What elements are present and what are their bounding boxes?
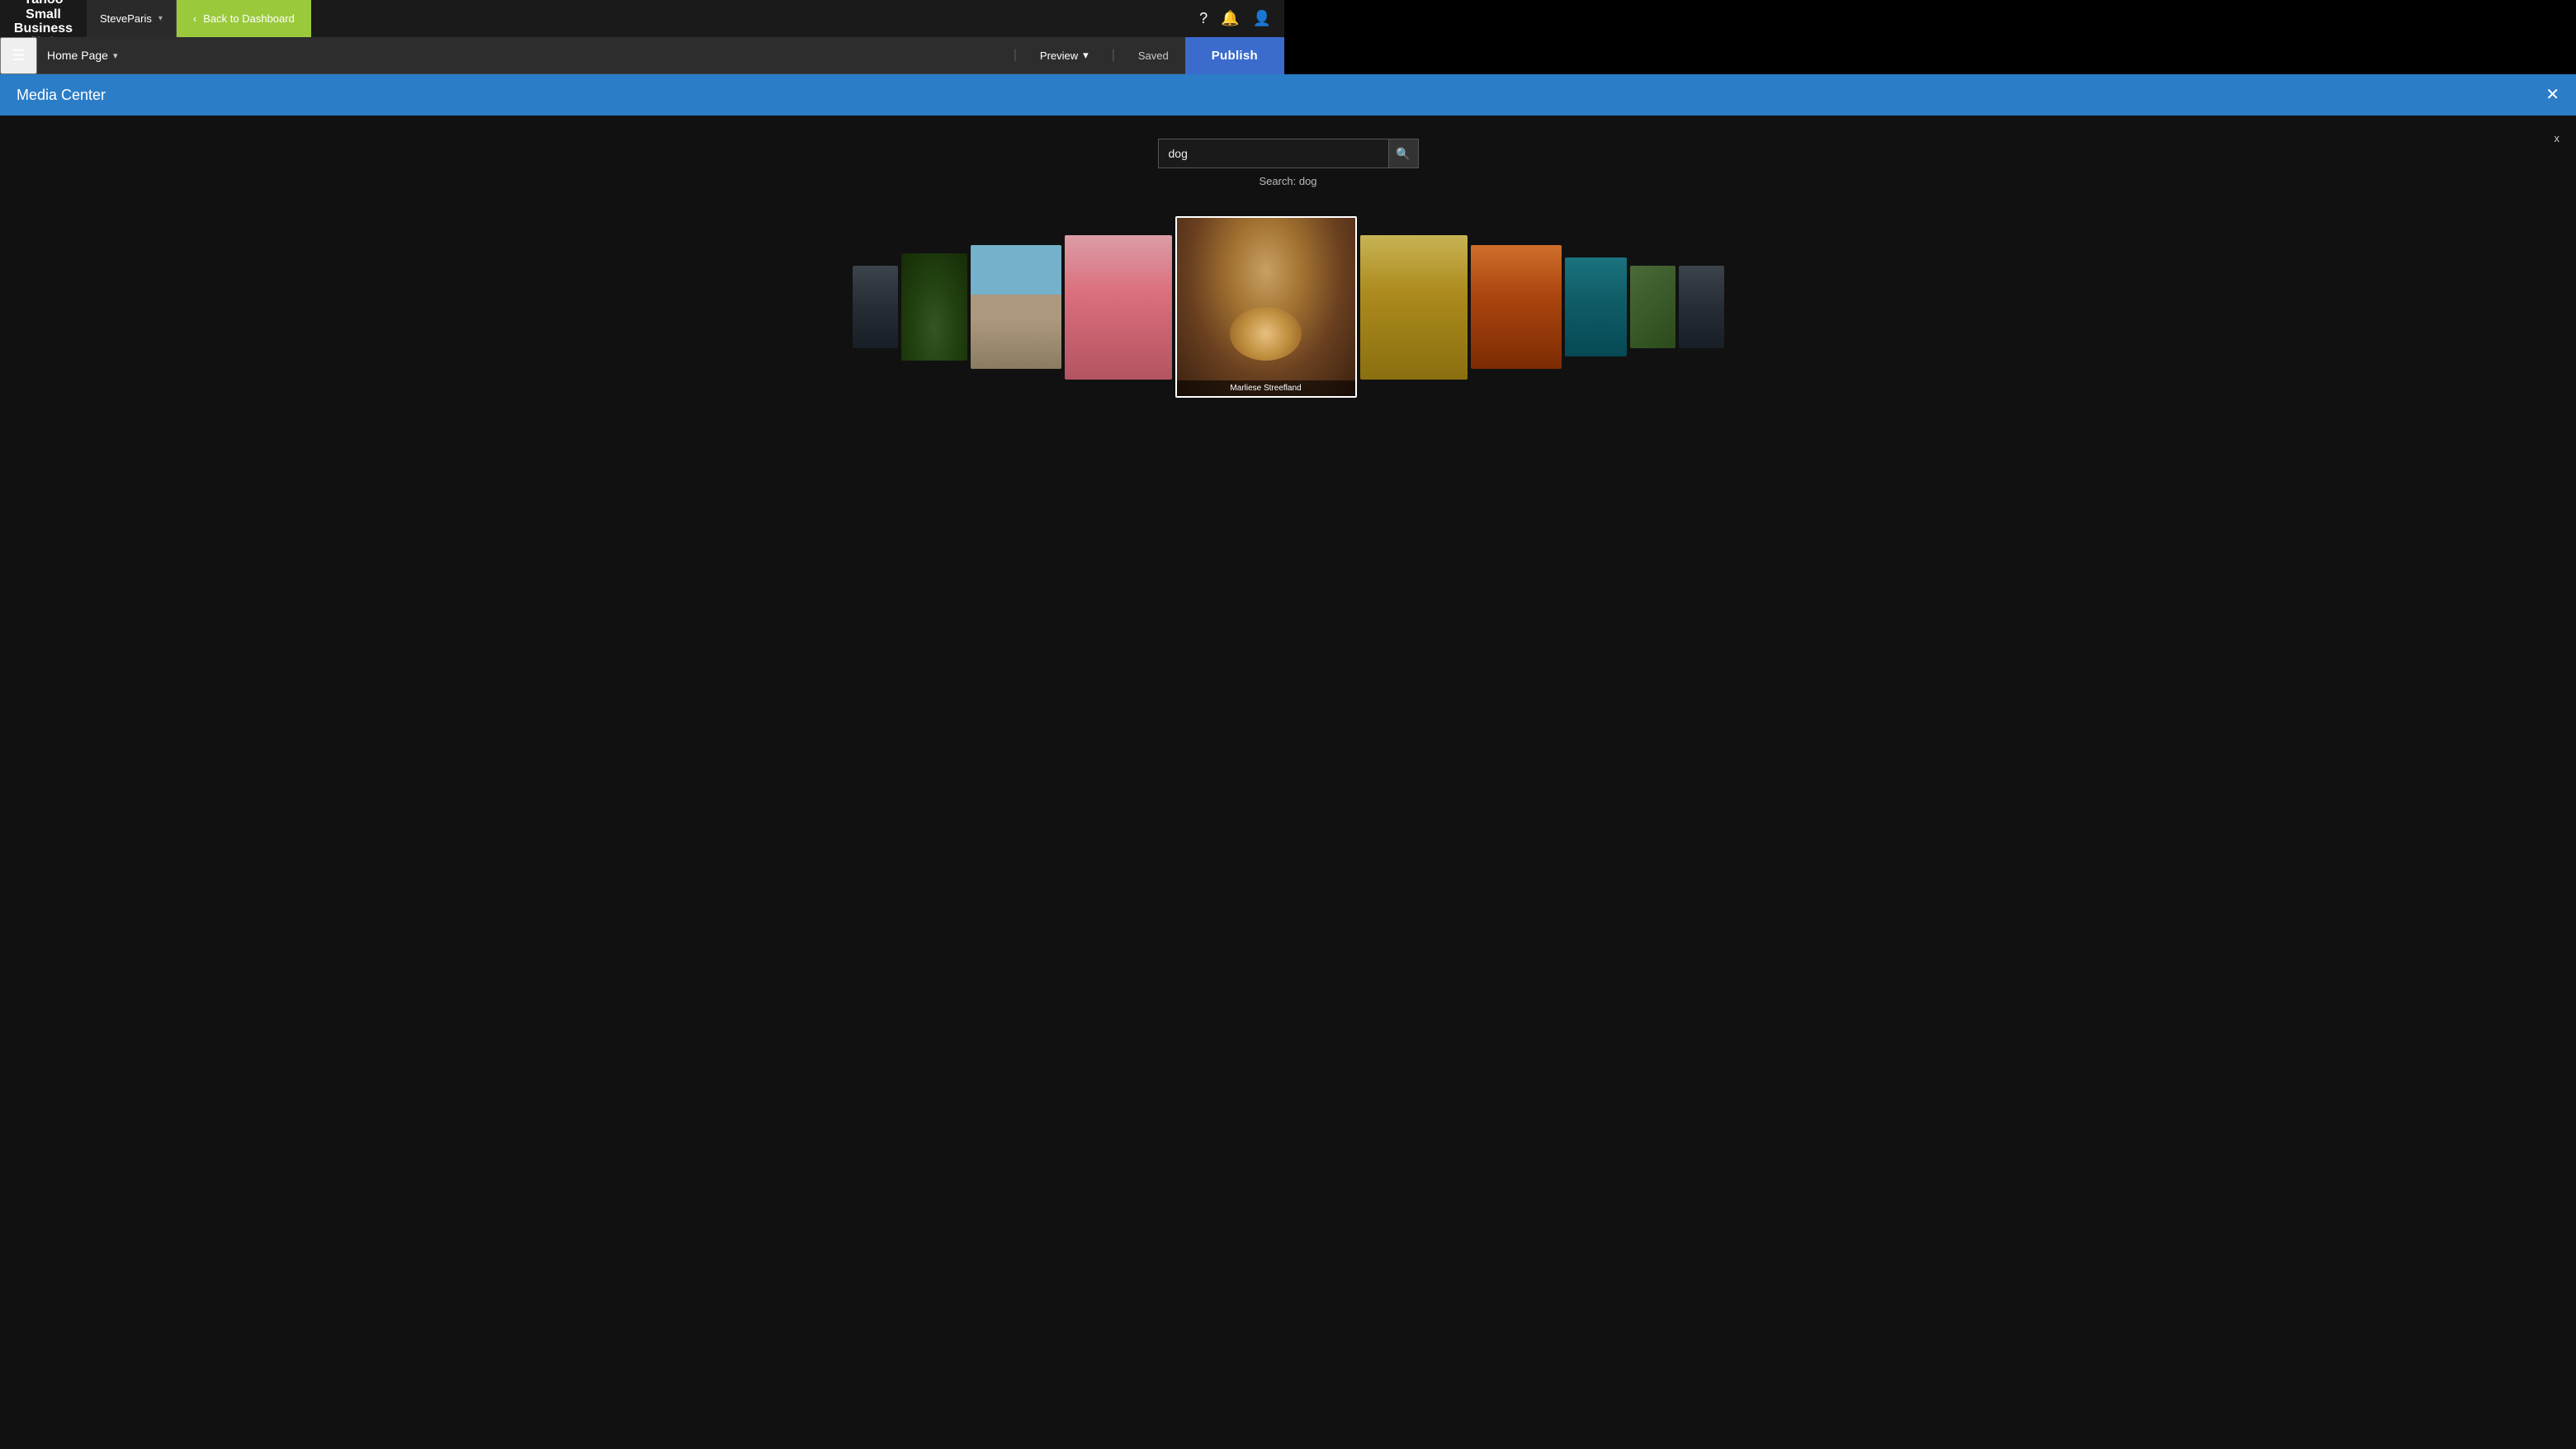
preview-label: Preview	[1040, 50, 1078, 62]
notification-icon[interactable]: 🔔	[1221, 10, 1239, 27]
yahoo-wordmark: Yahoo Small Business	[5, 0, 82, 36]
preview-dropdown-icon: ▾	[1083, 49, 1089, 62]
page-title: Home Page	[47, 49, 108, 62]
yahoo-logo: Yahoo Small Business small business	[0, 0, 87, 37]
account-chevron-icon: ▾	[158, 14, 163, 23]
help-icon[interactable]: ?	[1199, 10, 1208, 27]
preview-button[interactable]: Preview ▾	[1027, 42, 1102, 68]
carousel-item-center[interactable]: Marliese Streefland	[1175, 216, 1357, 398]
media-center-header: Media Center ✕	[0, 74, 2576, 116]
carousel-item[interactable]	[853, 266, 898, 348]
media-center-title: Media Center	[17, 87, 106, 104]
toolbar-right: | Preview ▾ | Saved Publish	[1007, 37, 1284, 74]
page-title-selector[interactable]: Home Page ▾	[37, 49, 127, 62]
carousel-item[interactable]	[1565, 257, 1627, 356]
back-to-dashboard-label: Back to Dashboard	[203, 12, 295, 25]
user-icon[interactable]: 👤	[1253, 10, 1271, 27]
media-center-panel: Media Center ✕ x 🔍 Search: dog	[0, 74, 2576, 1449]
saved-status: Saved	[1125, 50, 1182, 62]
carousel-image	[1630, 266, 1676, 348]
carousel-item[interactable]	[1679, 266, 1724, 348]
hamburger-menu-button[interactable]: ☰	[0, 37, 37, 74]
carousel-image	[1360, 235, 1468, 380]
publish-button[interactable]: Publish	[1185, 37, 1284, 74]
carousel-item[interactable]	[1065, 235, 1172, 380]
carousel-image	[1679, 266, 1724, 348]
media-center-body: x 🔍 Search: dog	[0, 116, 2576, 1449]
search-input[interactable]	[1158, 139, 1389, 168]
carousel-image-caption: Marliese Streefland	[1177, 380, 1355, 396]
back-to-dashboard-button[interactable]: ‹ Back to Dashboard	[177, 0, 311, 37]
toolbar-divider-2: |	[1112, 48, 1115, 63]
toolbar-divider-1: |	[1014, 48, 1017, 63]
carousel-image	[853, 266, 898, 348]
carousel-item[interactable]	[1630, 266, 1676, 348]
carousel-image	[901, 253, 967, 361]
account-switcher[interactable]: SteveParis ▾	[87, 0, 177, 37]
search-submit-button[interactable]: 🔍	[1389, 139, 1419, 168]
carousel-center-image	[1177, 218, 1355, 396]
carousel-item[interactable]	[901, 253, 967, 361]
account-name: SteveParis	[100, 12, 152, 25]
carousel-image	[971, 245, 1061, 369]
back-arrow-icon: ‹	[193, 12, 196, 25]
carousel-image	[1065, 235, 1172, 380]
image-carousel: Marliese Streefland	[17, 204, 2559, 410]
editor-toolbar: ☰ Home Page ▾ | Preview ▾ | Saved Publis…	[0, 37, 1284, 74]
carousel-image	[1471, 245, 1562, 369]
carousel-item[interactable]	[971, 245, 1061, 369]
media-center-close-button[interactable]: ✕	[2545, 87, 2559, 103]
nav-right-icons: ? 🔔 👤	[1186, 10, 1284, 27]
search-icon: 🔍	[1396, 147, 1410, 161]
search-result-label: Search: dog	[1259, 175, 1316, 187]
search-bar: 🔍	[1158, 139, 1419, 168]
carousel-item[interactable]	[1360, 235, 1468, 380]
carousel-item[interactable]	[1471, 245, 1562, 369]
page-title-dropdown-icon: ▾	[113, 50, 118, 61]
search-dismiss-button[interactable]: x	[2555, 132, 2560, 144]
top-navigation: Yahoo Small Business small business Stev…	[0, 0, 1284, 37]
carousel-image	[1565, 257, 1627, 356]
